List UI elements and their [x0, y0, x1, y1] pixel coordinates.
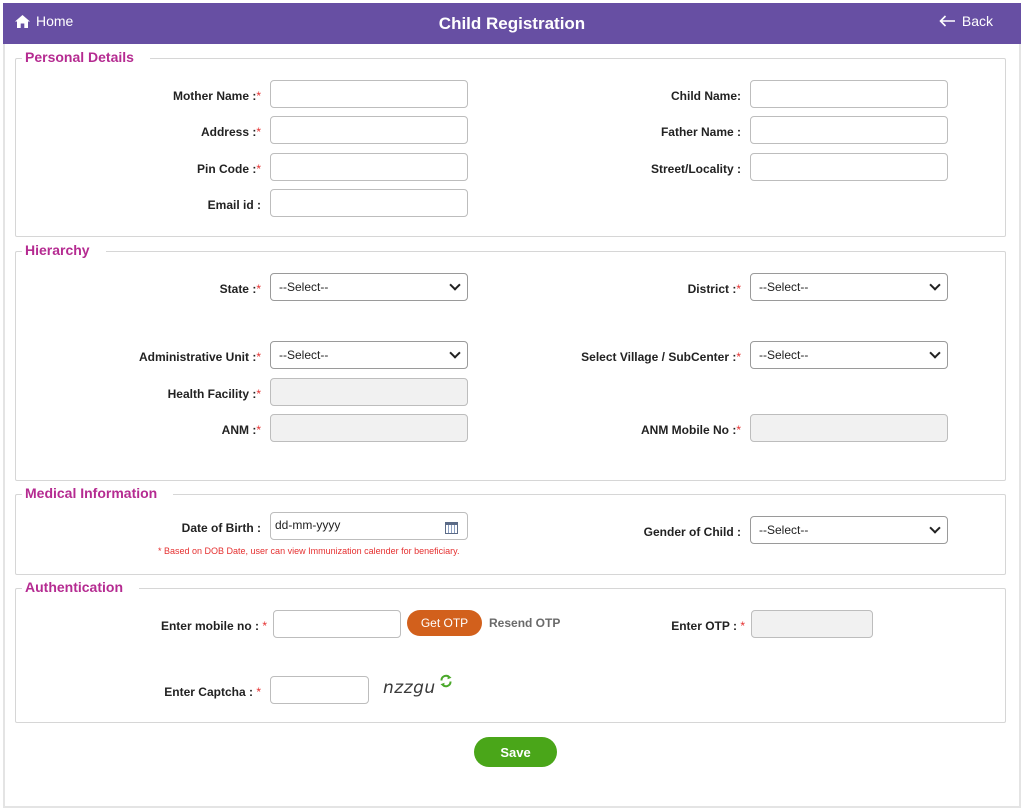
street-locality-label: Street/Locality :: [650, 162, 741, 176]
chevron-down-icon: [929, 347, 941, 359]
dob-note: * Based on DOB Date, user can view Immun…: [158, 546, 460, 556]
chevron-down-icon: [929, 522, 941, 534]
anm-input: [270, 414, 468, 442]
chevron-down-icon: [449, 347, 461, 359]
captcha-label: Enter Captcha : *: [164, 685, 261, 699]
anm-mobile-input: [750, 414, 948, 442]
personal-details-legend: Personal Details: [22, 49, 150, 65]
administrative-unit-select[interactable]: --Select--: [270, 341, 468, 369]
otp-label: Enter OTP : *: [671, 619, 745, 633]
health-facility-input: [270, 378, 468, 406]
anm-mobile-label: ANM Mobile No :*: [641, 423, 741, 437]
father-name-label: Father Name :: [660, 125, 741, 139]
back-link[interactable]: Back: [939, 13, 993, 29]
date-of-birth-label: Date of Birth :: [181, 521, 261, 535]
pin-code-label: Pin Code :*: [196, 162, 261, 176]
header-bar: Home Child Registration Back: [3, 3, 1021, 44]
mother-name-label: Mother Name :*: [172, 89, 261, 103]
email-input[interactable]: [270, 189, 468, 217]
gender-label: Gender of Child :: [643, 525, 741, 539]
district-label: District :*: [687, 282, 741, 296]
street-locality-input[interactable]: [750, 153, 948, 181]
mobile-no-label: Enter mobile no : *: [160, 619, 267, 633]
resend-otp-link[interactable]: Resend OTP: [489, 616, 560, 630]
authentication-legend: Authentication: [22, 579, 139, 595]
mother-name-input[interactable]: [270, 80, 468, 108]
get-otp-button[interactable]: Get OTP: [407, 610, 482, 636]
child-name-label: Child Name:: [670, 89, 741, 103]
email-label: Email id :: [207, 198, 261, 212]
captcha-input[interactable]: [270, 676, 369, 704]
administrative-unit-value: --Select--: [279, 348, 329, 362]
health-facility-label: Health Facility :*: [167, 387, 261, 401]
page-title: Child Registration: [438, 14, 586, 33]
pin-code-input[interactable]: [270, 153, 468, 181]
save-button[interactable]: Save: [474, 737, 557, 767]
father-name-input[interactable]: [750, 116, 948, 144]
date-of-birth-placeholder: dd-mm-yyyy: [275, 518, 341, 532]
village-subcenter-select[interactable]: --Select--: [750, 341, 948, 369]
mobile-no-input[interactable]: [273, 610, 401, 638]
address-input[interactable]: [270, 116, 468, 144]
village-subcenter-label: Select Village / SubCenter :*: [581, 350, 741, 364]
village-subcenter-value: --Select--: [759, 348, 809, 362]
chevron-down-icon: [449, 279, 461, 291]
otp-input: [751, 610, 873, 638]
gender-select[interactable]: --Select--: [750, 516, 948, 544]
chevron-down-icon: [929, 279, 941, 291]
back-label: Back: [961, 13, 993, 29]
refresh-icon[interactable]: [439, 674, 453, 688]
captcha-image: nzzgu: [383, 678, 436, 698]
gender-select-value: --Select--: [759, 523, 809, 537]
state-select[interactable]: --Select--: [270, 273, 468, 301]
state-label: State :*: [219, 282, 261, 296]
anm-label: ANM :*: [221, 423, 261, 437]
state-select-value: --Select--: [279, 280, 329, 294]
arrow-left-icon: [939, 15, 955, 27]
child-name-input[interactable]: [750, 80, 948, 108]
administrative-unit-label: Administrative Unit :*: [138, 350, 261, 364]
medical-information-legend: Medical Information: [22, 485, 174, 501]
district-select-value: --Select--: [759, 280, 809, 294]
date-of-birth-input[interactable]: dd-mm-yyyy: [270, 512, 468, 540]
calendar-icon[interactable]: [445, 522, 458, 534]
authentication-section: Authentication: [15, 579, 1006, 723]
district-select[interactable]: --Select--: [750, 273, 948, 301]
address-label: Address :*: [200, 125, 261, 139]
hierarchy-legend: Hierarchy: [22, 242, 106, 258]
